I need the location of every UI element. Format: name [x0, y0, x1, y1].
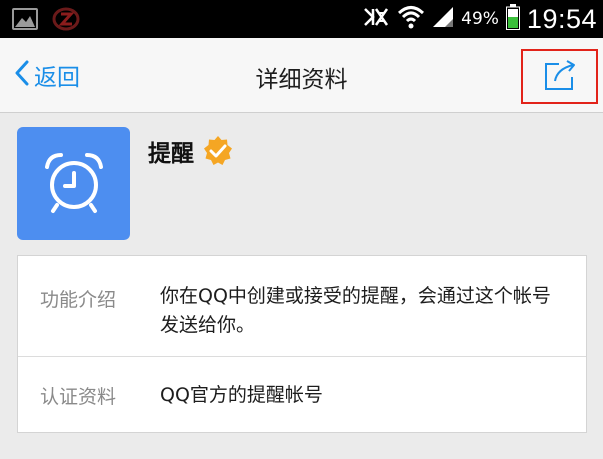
- gallery-icon: [12, 8, 38, 30]
- status-bar: 49% 19:54: [0, 0, 603, 38]
- info-label: 认证资料: [40, 385, 117, 408]
- info-card: 功能介绍 你在QQ中创建或接受的提醒，会通过这个帐号发送给你。 认证资料 QQ官…: [17, 255, 587, 433]
- mute-icon: [362, 5, 390, 33]
- alarm-clock-icon: [41, 149, 107, 219]
- share-button[interactable]: [521, 49, 598, 104]
- notification-icon: [52, 7, 80, 31]
- wifi-icon: [397, 4, 425, 34]
- info-label: 功能介绍: [40, 289, 117, 311]
- page-title: 详细资料: [255, 67, 348, 93]
- signal-icon: [432, 6, 454, 32]
- status-bar-left: [12, 7, 80, 31]
- verified-badge-icon: [202, 135, 234, 167]
- share-icon: [543, 59, 577, 95]
- clock-time: 19:54: [526, 3, 597, 34]
- profile-name-row: 提醒: [148, 134, 234, 168]
- status-bar-right: 49% 19:54: [362, 0, 597, 38]
- info-value: 你在QQ中创建或接受的提醒，会通过这个帐号发送给你。: [160, 285, 551, 336]
- navigation-bar: 返回 详细资料: [0, 38, 603, 113]
- profile-name: 提醒: [148, 141, 194, 167]
- avatar[interactable]: [17, 127, 130, 240]
- battery-icon: [505, 4, 520, 34]
- battery-percent: 49%: [461, 9, 499, 29]
- info-value: QQ官方的提醒帐号: [160, 383, 323, 406]
- info-row-certification: 认证资料 QQ官方的提醒帐号: [18, 357, 586, 433]
- info-row-feature: 功能介绍 你在QQ中创建或接受的提醒，会通过这个帐号发送给你。: [18, 256, 586, 357]
